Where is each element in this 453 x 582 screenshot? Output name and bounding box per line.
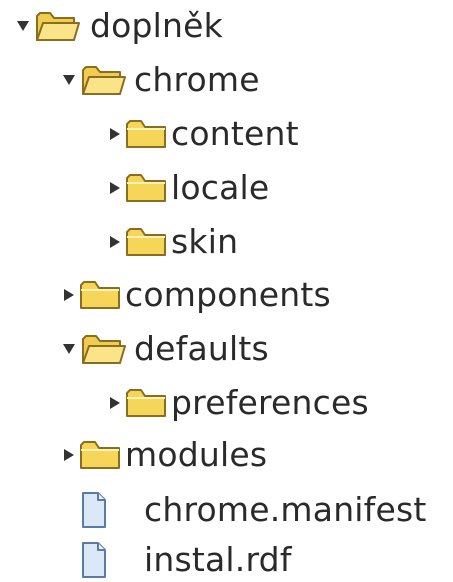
tree-item-chrome[interactable]: chrome [60, 58, 260, 102]
tree-item-label: content [171, 114, 299, 153]
file-icon [80, 541, 108, 579]
folder-open-icon [80, 331, 126, 367]
collapsed-arrow-icon[interactable] [106, 393, 124, 413]
file-tree: doplněk chrome content locale skin compo… [0, 0, 453, 581]
tree-item-preferences[interactable]: preferences [106, 381, 369, 425]
file-icon [80, 491, 108, 529]
collapsed-arrow-icon[interactable] [106, 124, 124, 144]
tree-item-defaults[interactable]: defaults [60, 327, 269, 371]
tree-item-instal-rdf[interactable]: instal.rdf [80, 538, 292, 582]
tree-item-label: locale [171, 168, 270, 207]
collapsed-arrow-icon[interactable] [60, 285, 78, 305]
tree-item-label: modules [125, 435, 268, 474]
tree-item-label: instal.rdf [144, 540, 292, 579]
tree-item-doplnek[interactable]: doplněk [14, 4, 223, 48]
collapsed-arrow-icon[interactable] [106, 232, 124, 252]
tree-item-skin[interactable]: skin [106, 220, 238, 264]
folder-icon [124, 386, 168, 420]
folder-icon [124, 117, 168, 151]
tree-item-modules[interactable]: modules [60, 433, 267, 477]
folder-open-icon [34, 8, 80, 44]
collapsed-arrow-icon[interactable] [106, 178, 124, 198]
tree-item-label: chrome [134, 60, 260, 99]
tree-item-label: doplněk [90, 6, 223, 45]
collapsed-arrow-icon[interactable] [60, 445, 78, 465]
folder-icon [124, 171, 168, 205]
tree-item-label: skin [171, 222, 239, 261]
expanded-arrow-icon[interactable] [60, 70, 78, 90]
folder-icon [124, 225, 168, 259]
expanded-arrow-icon[interactable] [60, 339, 78, 359]
folder-icon [78, 438, 122, 472]
tree-item-chrome-manifest[interactable]: chrome.manifest [80, 488, 427, 532]
tree-item-components[interactable]: components [60, 273, 331, 317]
folder-open-icon [80, 62, 126, 98]
tree-item-label: preferences [171, 383, 369, 422]
tree-item-label: chrome.manifest [144, 490, 427, 529]
tree-item-locale[interactable]: locale [106, 166, 269, 210]
expanded-arrow-icon[interactable] [14, 16, 32, 36]
tree-item-content[interactable]: content [106, 112, 299, 156]
folder-icon [78, 278, 122, 312]
tree-item-label: components [125, 275, 331, 314]
tree-item-label: defaults [134, 329, 269, 368]
